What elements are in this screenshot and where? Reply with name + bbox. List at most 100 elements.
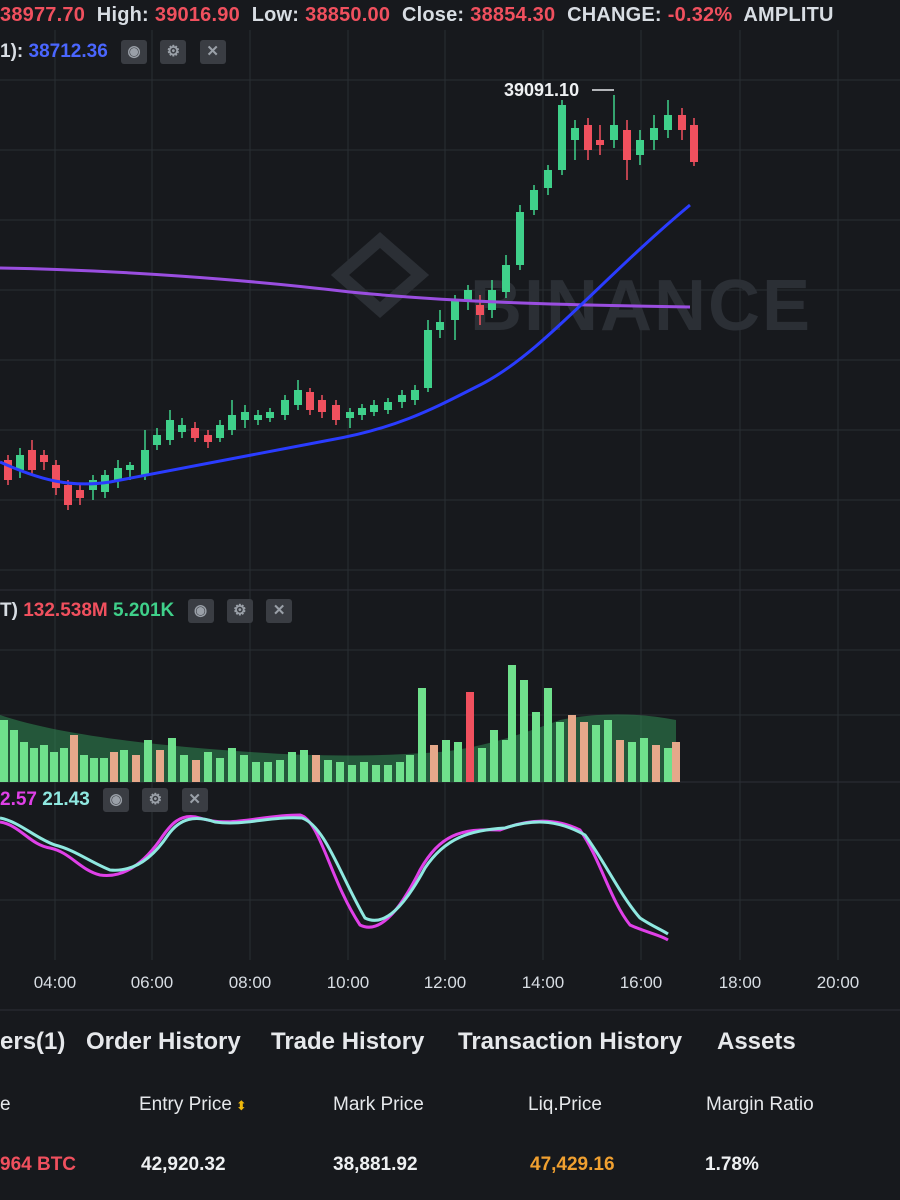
candle-body <box>571 128 579 140</box>
volume-bar <box>616 740 624 782</box>
volume-bar <box>80 755 88 782</box>
volume-bar <box>252 762 260 782</box>
kdj-legend: 2.57 21.43 ◉ ⚙ ✕ <box>0 788 208 816</box>
binance-logo-icon <box>330 232 430 318</box>
volume-bar <box>580 722 588 782</box>
sort-icon[interactable]: ⬍ <box>236 1098 247 1113</box>
time-axis-label: 20:00 <box>817 973 860 992</box>
high-label: High: <box>96 4 149 26</box>
candle-body <box>664 115 672 130</box>
candle-body <box>411 390 419 400</box>
ma-prefix: 1): <box>0 41 24 63</box>
volume-bar <box>40 745 48 782</box>
volume-bar <box>672 742 680 782</box>
candle-body <box>254 415 262 420</box>
tab-order-history[interactable]: Order History <box>86 1028 241 1056</box>
tab-transaction-history[interactable]: Transaction History <box>458 1028 682 1056</box>
gear-icon[interactable]: ⚙ <box>160 40 187 64</box>
volume-legend: T) 132.538M 5.201K ◉ ⚙ ✕ <box>0 599 293 627</box>
eye-icon[interactable]: ◉ <box>187 599 214 623</box>
col-size-header: e <box>0 1094 11 1115</box>
time-axis-label: 10:00 <box>327 973 370 992</box>
kdj-value-2: 21.43 <box>42 789 90 811</box>
volume-bar <box>406 755 414 782</box>
candle-body <box>436 322 444 330</box>
volume-bar <box>418 688 426 782</box>
low-value: 38850.00 <box>305 4 391 26</box>
close-icon[interactable]: ✕ <box>199 40 226 64</box>
tab-positions[interactable]: ers(1) <box>0 1028 65 1056</box>
volume-bar <box>324 760 332 782</box>
col-entry-price-header[interactable]: Entry Price ⬍ <box>139 1094 247 1116</box>
close-icon[interactable]: ✕ <box>266 599 293 623</box>
volume-bar <box>288 752 296 782</box>
candle-body <box>40 455 48 462</box>
volume-bar <box>90 758 98 782</box>
volume-bar <box>228 748 236 782</box>
volume-bar <box>120 750 128 782</box>
volume-bar <box>396 762 404 782</box>
gear-icon[interactable]: ⚙ <box>226 599 253 623</box>
candle-body <box>166 420 174 440</box>
volume-bar <box>192 760 200 782</box>
candle-body <box>114 468 122 480</box>
entry-price: 42,920.32 <box>141 1154 226 1175</box>
candle-body <box>451 300 459 320</box>
col-margin-ratio-header: Margin Ratio <box>706 1094 814 1115</box>
volume-bar <box>10 730 18 782</box>
time-axis-label: 04:00 <box>34 973 77 992</box>
volume-bar <box>384 765 392 782</box>
eye-icon[interactable]: ◉ <box>121 40 148 64</box>
candle-body <box>650 128 658 140</box>
candle-body <box>398 395 406 402</box>
close-icon[interactable]: ✕ <box>181 788 208 812</box>
chart-canvas[interactable]: BINANCE39091.1004:00 06:00 08:00 10:00 12:00… <box>0 0 900 1020</box>
tab-assets[interactable]: Assets <box>717 1028 796 1056</box>
gear-icon[interactable]: ⚙ <box>142 788 169 812</box>
bottom-tabs: ers(1) Order History Trade History Trans… <box>0 1022 900 1082</box>
candle-body <box>476 305 484 315</box>
candle-body <box>558 105 566 170</box>
volume-bar <box>478 748 486 782</box>
volume-bar <box>652 745 660 782</box>
volume-bar <box>240 755 248 782</box>
volume-bar <box>20 742 28 782</box>
volume-bar <box>628 742 636 782</box>
candle-body <box>141 450 149 475</box>
candle-body <box>294 390 302 405</box>
time-axis-label: 16:00 <box>620 973 663 992</box>
ohlc-bar: 38977.70 High: 39016.90 Low: 38850.00 Clos… <box>0 4 840 34</box>
candle-body <box>228 415 236 430</box>
eye-icon[interactable]: ◉ <box>103 788 130 812</box>
time-axis-label: 06:00 <box>131 973 174 992</box>
volume-bar <box>372 765 380 782</box>
kdj-value-1: 2.57 <box>0 789 37 811</box>
candle-body <box>178 425 186 432</box>
volume-bar <box>490 730 498 782</box>
tab-trade-history[interactable]: Trade History <box>271 1028 424 1056</box>
candle-body <box>530 190 538 210</box>
volume-bar <box>348 765 356 782</box>
candle-body <box>384 402 392 410</box>
candle-body <box>153 435 161 445</box>
volume-bar <box>110 752 118 782</box>
positions-table-header: e Entry Price ⬍ Mark Price Liq.Price Marg… <box>0 1088 900 1128</box>
volume-bar <box>264 762 272 782</box>
candle-body <box>636 140 644 155</box>
candle-body <box>332 405 340 420</box>
volume-bar <box>30 748 38 782</box>
table-row[interactable]: 964 BTC 42,920.32 38,881.92 47,429.16 1.… <box>0 1148 900 1188</box>
candle-body <box>346 412 354 418</box>
liq-price: 47,429.16 <box>530 1154 615 1175</box>
candle-body <box>204 435 212 442</box>
volume-bar <box>50 752 58 782</box>
volume-bar <box>664 748 672 782</box>
volume-bar <box>520 680 528 782</box>
volume-value-2: 5.201K <box>113 600 175 622</box>
candle-body <box>28 450 36 470</box>
candle-body <box>266 412 274 418</box>
time-axis-label: 08:00 <box>229 973 272 992</box>
volume-bar <box>0 720 8 782</box>
volume-bar <box>216 758 224 782</box>
volume-bar <box>336 762 344 782</box>
